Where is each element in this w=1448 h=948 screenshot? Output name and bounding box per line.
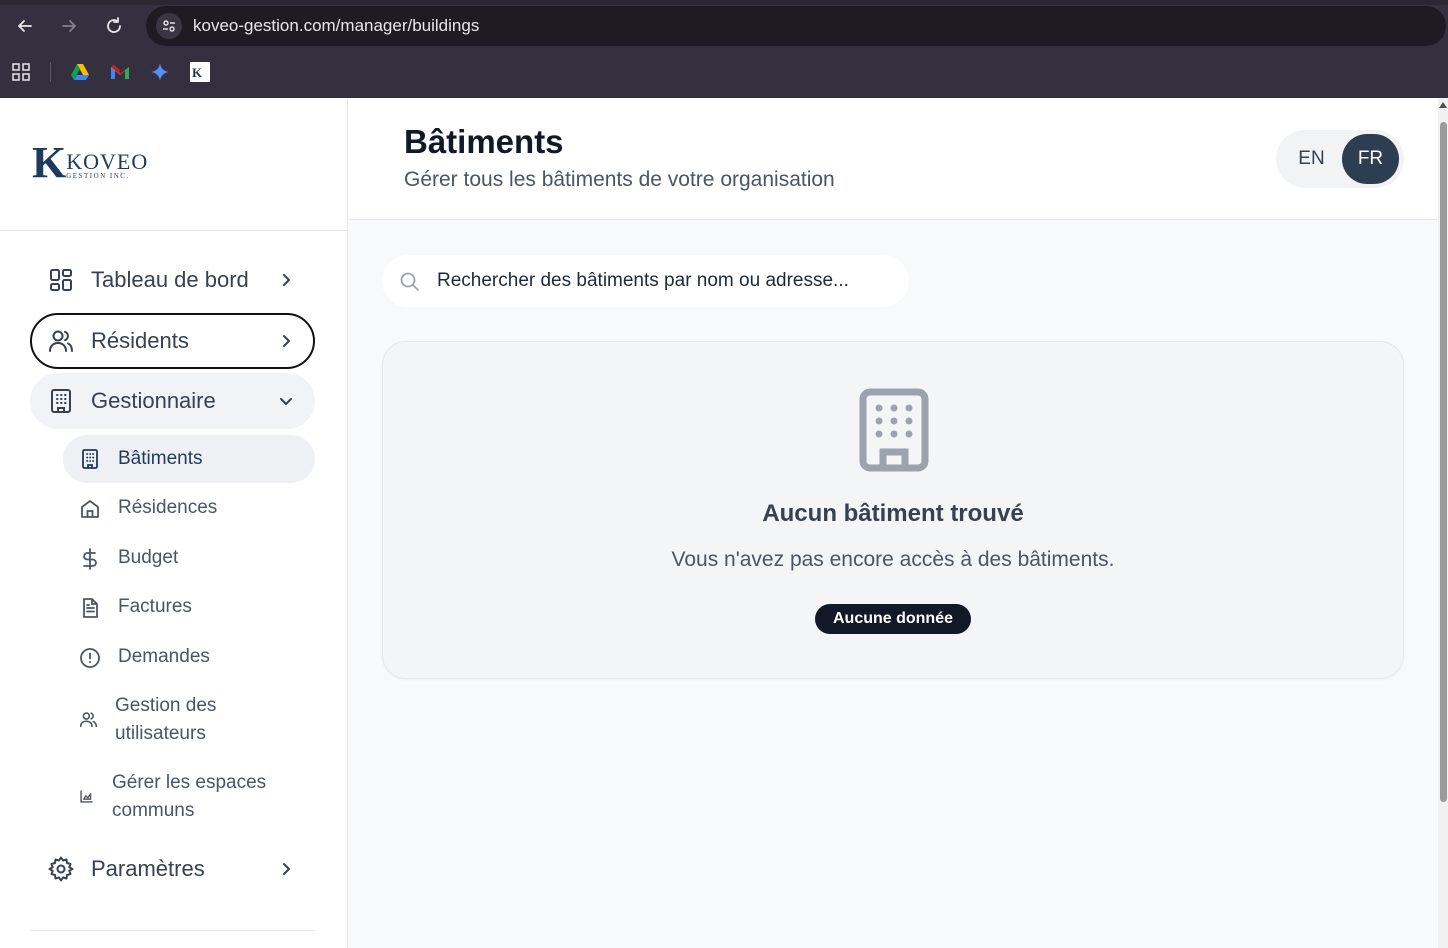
building-icon	[859, 388, 929, 472]
gmail-icon[interactable]	[110, 62, 130, 82]
users-icon	[49, 330, 73, 352]
search-input[interactable]	[437, 265, 897, 297]
search-icon	[400, 272, 419, 291]
site-settings-icon[interactable]	[156, 13, 182, 39]
sidebar-subitem-user-management[interactable]: Gestion des utilisateurs	[63, 692, 315, 750]
dashboard-icon	[50, 269, 72, 291]
arrow-left-icon	[18, 20, 32, 32]
bookmark-separator	[50, 62, 51, 82]
url-text[interactable]: koveo-gestion.com/manager/buildings	[193, 16, 479, 36]
empty-state-title: Aucun bâtiment trouvé	[762, 500, 1024, 527]
sidebar-item-dashboard[interactable]: Tableau de bord	[30, 252, 315, 308]
language-switcher: EN FR	[1276, 130, 1404, 188]
forward-button[interactable]	[55, 12, 83, 40]
sidebar-subitem-common-spaces[interactable]: Gérer les espaces communs	[63, 769, 315, 827]
gear-icon	[48, 856, 74, 882]
sidebar-item-manager[interactable]: Gestionnaire	[30, 373, 315, 429]
sidebar-item-label: Tableau de bord	[91, 267, 249, 292]
arrow-right-icon	[62, 20, 76, 32]
sidebar-subitem-label-line2: communs	[112, 800, 195, 821]
sidebar-item-label: Gestionnaire	[91, 388, 216, 413]
logo-k-mark: K	[32, 138, 66, 187]
browser-chrome: koveo-gestion.com/manager/buildings K	[0, 0, 1448, 98]
page-header: Bâtiments Gérer tous les bâtiments de vo…	[349, 98, 1437, 220]
sidebar-subitem-label: Factures	[118, 596, 192, 617]
sidebar-subitem-label: Résidences	[118, 497, 218, 518]
building-icon	[51, 389, 71, 413]
empty-state-description: Vous n'avez pas encore accès à des bâtim…	[671, 548, 1115, 571]
chevron-down-icon	[280, 398, 292, 405]
sidebar-item-label: Paramètres	[91, 856, 205, 881]
sidebar-subitem-label: Bâtiments	[118, 448, 203, 469]
home-icon	[81, 500, 99, 518]
sidebar-subitem-label: Demandes	[118, 646, 210, 667]
chart-area-icon	[80, 790, 93, 803]
main-content: Bâtiments Gérer tous les bâtiments de vo…	[349, 98, 1437, 948]
sidebar-subitem-label-line2: utilisateurs	[115, 723, 206, 744]
sidebar-subitem-label: Budget	[118, 547, 179, 568]
reload-icon	[107, 17, 121, 33]
back-button[interactable]	[11, 12, 39, 40]
scroll-up-icon[interactable]	[1439, 102, 1447, 108]
sidebar-subitem-budget[interactable]: Budget	[63, 544, 315, 574]
sidebar-subitem-label-line1: Gestion des	[115, 695, 217, 716]
page-title: Bâtiments	[404, 123, 564, 160]
logo-name: KOVEO	[66, 149, 149, 174]
sidebar-subitem-label-line1: Gérer les espaces	[112, 772, 267, 793]
file-text-icon	[83, 598, 98, 618]
chevron-right-icon	[283, 863, 290, 875]
sidebar: K KOVEO GESTION INC. Tableau de bord Rés…	[0, 98, 348, 948]
sidebar-divider	[30, 930, 315, 931]
dollar-icon	[83, 548, 97, 570]
browser-titlebar	[0, 0, 1448, 5]
google-drive-icon[interactable]	[70, 62, 90, 82]
koveo-favicon-icon[interactable]: K	[190, 62, 210, 82]
scrollbar-thumb[interactable]	[1440, 122, 1447, 802]
building-icon	[82, 449, 98, 469]
page-scrollbar[interactable]	[1438, 98, 1448, 948]
users-icon	[79, 712, 98, 728]
svg-text:K: K	[192, 65, 203, 80]
sidebar-subitem-invoices[interactable]: Factures	[63, 593, 315, 623]
lang-en-button[interactable]: EN	[1284, 134, 1339, 184]
logo-words: KOVEO GESTION INC.	[66, 149, 149, 181]
sidebar-subitem-requests[interactable]: Demandes	[63, 643, 315, 673]
search-field[interactable]	[382, 255, 909, 307]
status-badge: Aucune donnée	[815, 604, 971, 634]
address-bar[interactable]: koveo-gestion.com/manager/buildings	[146, 6, 1446, 46]
logo-area: K KOVEO GESTION INC.	[0, 98, 347, 231]
sidebar-item-settings[interactable]: Paramètres	[30, 841, 315, 897]
chevron-right-icon	[283, 335, 290, 347]
empty-state-card: Aucun bâtiment trouvé Vous n'avez pas en…	[382, 341, 1404, 679]
reload-button[interactable]	[100, 12, 128, 40]
apps-grid-icon[interactable]	[11, 62, 31, 82]
lang-fr-button[interactable]: FR	[1342, 134, 1399, 184]
sidebar-item-residents[interactable]: Résidents	[30, 313, 315, 369]
page-subtitle: Gérer tous les bâtiments de votre organi…	[404, 168, 835, 191]
chevron-right-icon	[283, 274, 290, 286]
koveo-logo[interactable]: K KOVEO GESTION INC.	[32, 138, 149, 187]
alert-circle-icon	[80, 648, 100, 668]
sidebar-subitem-buildings[interactable]: Bâtiments	[63, 435, 315, 483]
sidebar-subitem-residences[interactable]: Résidences	[63, 494, 315, 524]
sidebar-item-label: Résidents	[91, 328, 189, 353]
gemini-icon[interactable]	[150, 62, 170, 82]
